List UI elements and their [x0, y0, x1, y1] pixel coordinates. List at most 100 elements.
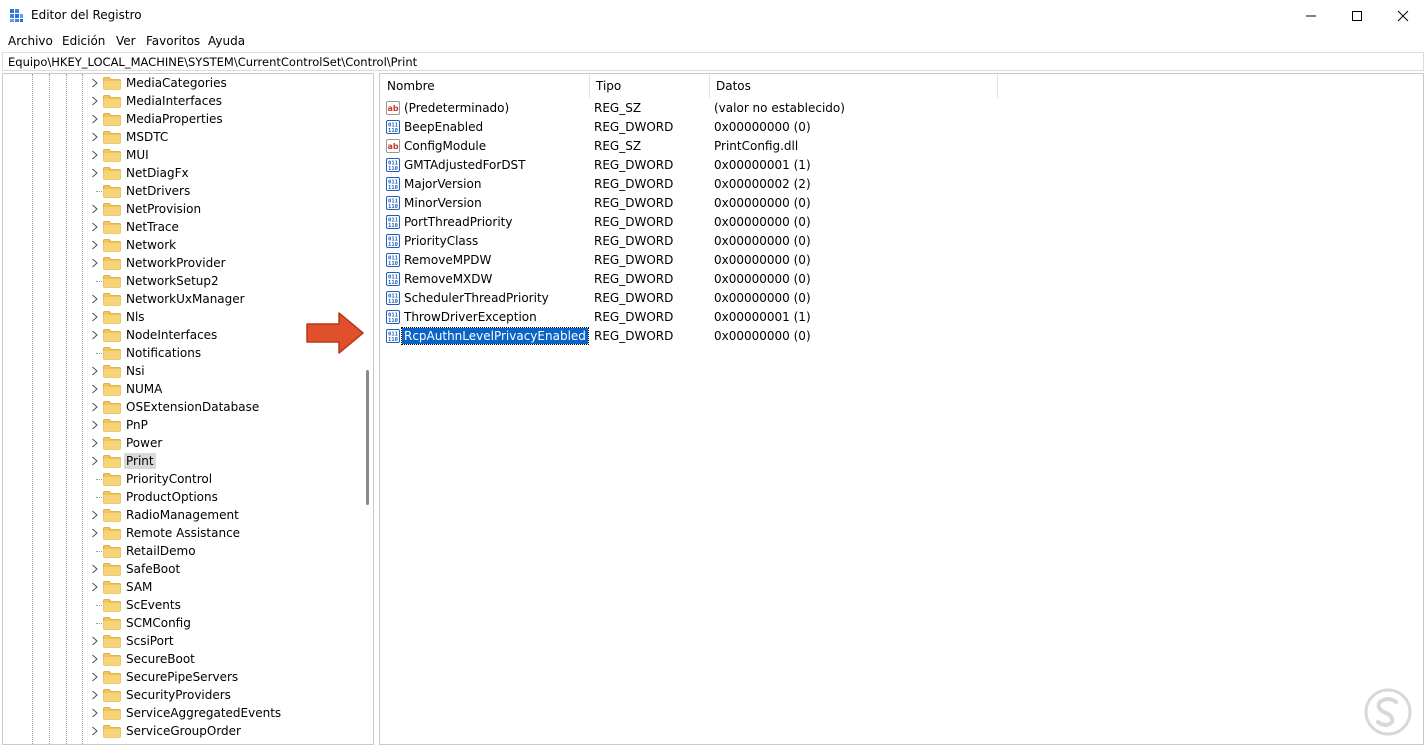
tree-item[interactable]: MediaProperties: [3, 110, 363, 128]
tree-item[interactable]: SCMConfig: [3, 614, 363, 632]
tree-item[interactable]: SecureBoot: [3, 650, 363, 668]
value-name[interactable]: PriorityClass: [402, 233, 480, 249]
menu-ver[interactable]: Ver: [116, 34, 136, 48]
tree-item-label[interactable]: PriorityControl: [124, 471, 214, 487]
tree-item[interactable]: NetProvision: [3, 200, 363, 218]
tree-item-label[interactable]: ScsiPort: [124, 633, 176, 649]
chevron-right-icon[interactable]: [89, 508, 101, 522]
menu-favoritos[interactable]: Favoritos: [146, 34, 200, 48]
tree-item-label[interactable]: MSDTC: [124, 129, 170, 145]
value-name[interactable]: ThrowDriverException: [402, 309, 539, 325]
column-header-tipo[interactable]: Tipo: [589, 74, 709, 98]
chevron-right-icon[interactable]: [89, 130, 101, 144]
value-row[interactable]: 011 110 BeepEnabled REG_DWORD 0x00000000 (0): [383, 118, 1413, 137]
tree-item-label[interactable]: SafeBoot: [124, 561, 182, 577]
menu-ayuda[interactable]: Ayuda: [208, 34, 245, 48]
tree-item[interactable]: NetworkProvider: [3, 254, 363, 272]
tree-item-label[interactable]: Nsi: [124, 363, 147, 379]
value-row[interactable]: ab ConfigModule REG_SZ PrintConfig.dll: [383, 137, 1413, 156]
tree-item[interactable]: SAM: [3, 578, 363, 596]
values-pane[interactable]: Nombre Tipo Datos ab (Predeterminado) REG_…: [379, 73, 1424, 745]
tree-item[interactable]: RadioManagement: [3, 506, 363, 524]
chevron-right-icon[interactable]: [89, 310, 101, 324]
value-name[interactable]: GMTAdjustedForDST: [402, 157, 528, 173]
chevron-right-icon[interactable]: [89, 94, 101, 108]
tree-item[interactable]: RetailDemo: [3, 542, 363, 560]
tree-item[interactable]: SecurityProviders: [3, 686, 363, 704]
tree-item[interactable]: NetworkUxManager: [3, 290, 363, 308]
tree-item-label[interactable]: ServiceAggregatedEvents: [124, 705, 283, 721]
tree-item-label[interactable]: MediaInterfaces: [124, 93, 224, 109]
value-name[interactable]: BeepEnabled: [402, 119, 485, 135]
value-row[interactable]: 011 110 MajorVersion REG_DWORD 0x00000002 (2…: [383, 175, 1413, 194]
tree-item[interactable]: ScEvents: [3, 596, 363, 614]
chevron-right-icon[interactable]: [89, 454, 101, 468]
chevron-right-icon[interactable]: [89, 256, 101, 270]
tree-item-label[interactable]: NodeInterfaces: [124, 327, 219, 343]
tree-item-label[interactable]: NetDiagFx: [124, 165, 191, 181]
tree-item[interactable]: PriorityControl: [3, 470, 363, 488]
tree-item-label[interactable]: NetworkProvider: [124, 255, 228, 271]
tree-item-label[interactable]: RetailDemo: [124, 543, 198, 559]
tree-item-label[interactable]: Power: [124, 435, 164, 451]
tree-item[interactable]: NUMA: [3, 380, 363, 398]
tree-item-label[interactable]: Network: [124, 237, 178, 253]
tree-item-label[interactable]: MediaCategories: [124, 75, 229, 91]
chevron-right-icon[interactable]: [89, 382, 101, 396]
chevron-right-icon[interactable]: [89, 166, 101, 180]
tree-item-label[interactable]: ScEvents: [124, 597, 183, 613]
tree-item[interactable]: ServiceGroupOrder: [3, 722, 363, 740]
column-header-datos[interactable]: Datos: [709, 74, 997, 98]
tree-item[interactable]: Print: [3, 452, 363, 470]
chevron-right-icon[interactable]: [89, 706, 101, 720]
tree-item-label[interactable]: RadioManagement: [124, 507, 241, 523]
tree-item-label[interactable]: PnP: [124, 417, 150, 433]
tree-item[interactable]: Power: [3, 434, 363, 452]
value-row[interactable]: 011 110 ThrowDriverException REG_DWORD 0x000…: [383, 308, 1413, 327]
tree-item[interactable]: OSExtensionDatabase: [3, 398, 363, 416]
chevron-right-icon[interactable]: [89, 76, 101, 90]
tree-item[interactable]: NetworkSetup2: [3, 272, 363, 290]
value-row[interactable]: 011 110 PriorityClass REG_DWORD 0x00000000 (…: [383, 232, 1413, 251]
tree-item[interactable]: MediaCategories: [3, 74, 363, 92]
chevron-right-icon[interactable]: [89, 328, 101, 342]
chevron-right-icon[interactable]: [89, 688, 101, 702]
tree-item-label[interactable]: NetworkSetup2: [124, 273, 221, 289]
value-row[interactable]: ab (Predeterminado) REG_SZ (valor no establ…: [383, 99, 1413, 118]
chevron-right-icon[interactable]: [89, 148, 101, 162]
tree-item-label[interactable]: Remote Assistance: [124, 525, 242, 541]
chevron-right-icon[interactable]: [89, 652, 101, 666]
value-row[interactable]: 011 110 PortThreadPriority REG_DWORD 0x00000…: [383, 213, 1413, 232]
tree-item-label[interactable]: SAM: [124, 579, 154, 595]
chevron-right-icon[interactable]: [89, 526, 101, 540]
tree-item[interactable]: PnP: [3, 416, 363, 434]
value-row[interactable]: 011 110 SchedulerThreadPriority REG_DWORD 0x…: [383, 289, 1413, 308]
chevron-right-icon[interactable]: [89, 724, 101, 738]
tree-item-label[interactable]: Print: [124, 453, 156, 469]
value-name[interactable]: MajorVersion: [402, 176, 483, 192]
chevron-right-icon[interactable]: [89, 220, 101, 234]
tree-scrollbar-thumb[interactable]: [366, 370, 369, 505]
tree-item[interactable]: SafeBoot: [3, 560, 363, 578]
tree-item[interactable]: Nsi: [3, 362, 363, 380]
tree-item[interactable]: ServiceAggregatedEvents: [3, 704, 363, 722]
value-name[interactable]: RemoveMPDW: [402, 252, 493, 268]
tree-item-label[interactable]: NetTrace: [124, 219, 181, 235]
tree-item-label[interactable]: MUI: [124, 147, 151, 163]
value-name[interactable]: PortThreadPriority: [402, 214, 514, 230]
value-name[interactable]: MinorVersion: [402, 195, 484, 211]
tree-item[interactable]: MSDTC: [3, 128, 363, 146]
maximize-button[interactable]: [1334, 0, 1380, 31]
tree-item-label[interactable]: NetProvision: [124, 201, 203, 217]
tree-item[interactable]: NetDrivers: [3, 182, 363, 200]
chevron-right-icon[interactable]: [89, 436, 101, 450]
tree-item[interactable]: NetTrace: [3, 218, 363, 236]
chevron-right-icon[interactable]: [89, 670, 101, 684]
chevron-right-icon[interactable]: [89, 238, 101, 252]
chevron-right-icon[interactable]: [89, 292, 101, 306]
column-separator[interactable]: [997, 74, 998, 98]
tree-item[interactable]: ScsiPort: [3, 632, 363, 650]
value-row[interactable]: 011 110 RcpAuthnLevelPrivacyEnabled REG_DWO…: [383, 327, 1413, 346]
chevron-right-icon[interactable]: [89, 634, 101, 648]
value-row[interactable]: 011 110 GMTAdjustedForDST REG_DWORD 0x000000…: [383, 156, 1413, 175]
